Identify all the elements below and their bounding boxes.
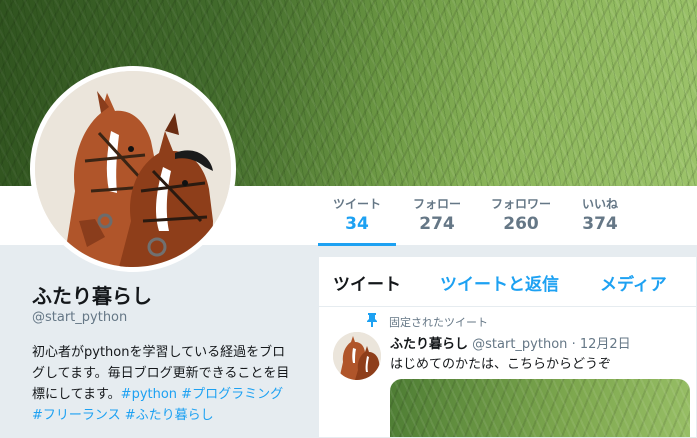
profile-bio: 初心者がpythonを学習している経過をブログしてます。毎日ブログ更新できること… [32, 342, 294, 426]
tab-tweets[interactable]: ツイート [333, 270, 401, 295]
pin-icon [367, 313, 377, 327]
tweet-media-image[interactable] [390, 379, 690, 437]
stat-followers[interactable]: フォロワー 260 [484, 196, 558, 246]
tab-media[interactable]: メディア [600, 270, 667, 295]
stat-tweets[interactable]: ツイート 34 [318, 196, 396, 246]
tweet-avatar[interactable] [333, 332, 381, 380]
timeline-tabs: ツイート ツイートと返信 メディア [319, 257, 696, 307]
stat-followers-label: フォロワー [490, 197, 551, 211]
stat-followers-value: 260 [503, 214, 539, 234]
stat-likes-label: いいね [581, 197, 618, 211]
tweet-date[interactable]: 12月2日 [580, 337, 631, 352]
stat-following[interactable]: フォロー 274 [406, 196, 468, 246]
stat-following-label: フォロー [412, 197, 461, 211]
tweet-text: はじめてのかたは、こちらからどうぞ [390, 357, 612, 372]
profile-card: ふたり暮らし @start_python 初心者がpythonを学習している経過… [0, 246, 305, 438]
stat-likes[interactable]: いいね 374 [576, 196, 624, 246]
tweet-header: ふたり暮らし @start_python · 12月2日 [390, 333, 631, 352]
tweet-avatar-image [333, 332, 381, 380]
stat-tweets-label: ツイート [332, 197, 381, 211]
tweet-author-handle[interactable]: @start_python [472, 337, 567, 352]
stat-tweets-value: 34 [345, 214, 369, 234]
profile-name: ふたり暮らし [32, 284, 152, 308]
tweet-author-name[interactable]: ふたり暮らし [390, 337, 468, 352]
tab-tweets-and-replies[interactable]: ツイートと返信 [440, 270, 559, 295]
stat-following-value: 274 [419, 214, 455, 234]
profile-avatar[interactable] [30, 66, 236, 272]
profile-handle[interactable]: @start_python [32, 310, 127, 325]
tweet-separator: · [571, 337, 576, 352]
horses-avatar-image [35, 71, 231, 267]
stat-likes-value: 374 [582, 214, 618, 234]
timeline: ツイート ツイートと返信 メディア 固定されたツイート ふたり暮らし @star… [318, 256, 697, 438]
pinned-tweet-label: 固定されたツイート [389, 316, 488, 329]
